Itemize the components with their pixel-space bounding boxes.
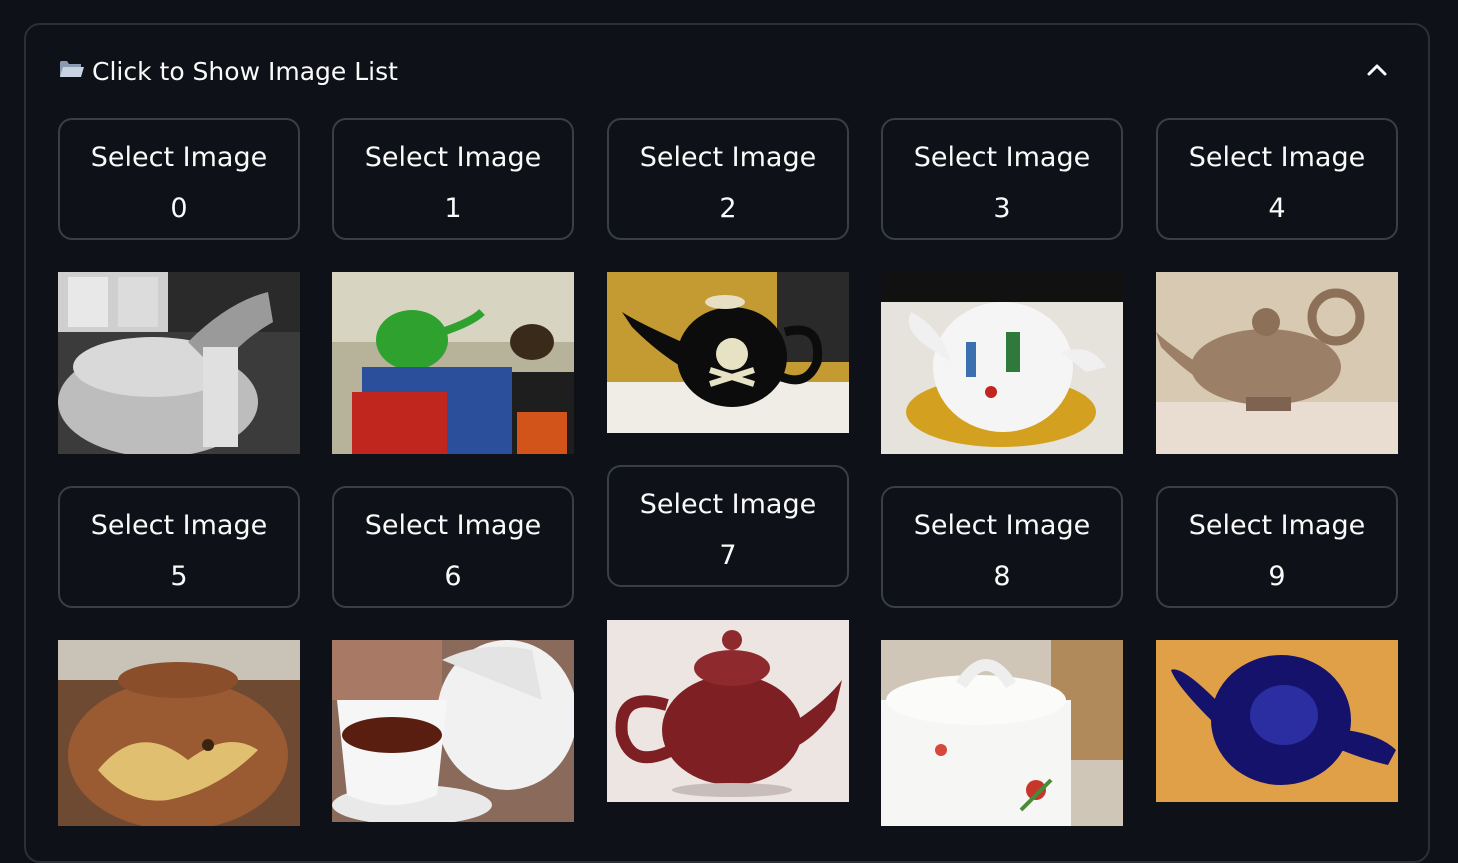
button-label: Select Image [913, 509, 1091, 541]
teapot-image-8 [881, 640, 1123, 826]
teapot-image-4 [1156, 272, 1398, 454]
teapot-image-5 [58, 640, 300, 826]
button-label: Select Image [1188, 141, 1366, 173]
teapot-image-2 [607, 272, 849, 433]
teapot-image-7 [607, 620, 849, 802]
button-index: 7 [719, 539, 737, 571]
teapot-image-6 [332, 640, 574, 822]
select-image-button-7[interactable]: Select Image 7 [607, 465, 849, 587]
button-label: Select Image [90, 509, 268, 541]
teapot-image-0 [58, 272, 300, 454]
expander-title: Click to Show Image List [92, 57, 398, 86]
button-label: Select Image [639, 141, 817, 173]
select-image-button-9[interactable]: Select Image 9 [1156, 486, 1398, 608]
button-index: 4 [1268, 192, 1286, 224]
button-label: Select Image [639, 488, 817, 520]
button-index: 0 [170, 192, 188, 224]
teapot-image-3 [881, 272, 1123, 454]
select-image-button-8[interactable]: Select Image 8 [881, 486, 1123, 608]
select-image-button-6[interactable]: Select Image 6 [332, 486, 574, 608]
select-image-button-4[interactable]: Select Image 4 [1156, 118, 1398, 240]
button-index: 3 [993, 192, 1011, 224]
expander-header[interactable]: Click to Show Image List [26, 25, 1428, 121]
button-index: 9 [1268, 560, 1286, 592]
chevron-up-icon[interactable] [1366, 61, 1388, 76]
select-image-button-5[interactable]: Select Image 5 [58, 486, 300, 608]
select-image-button-2[interactable]: Select Image 2 [607, 118, 849, 240]
button-index: 5 [170, 560, 188, 592]
button-index: 8 [993, 560, 1011, 592]
button-label: Select Image [364, 141, 542, 173]
button-label: Select Image [364, 509, 542, 541]
button-index: 2 [719, 192, 737, 224]
button-label: Select Image [913, 141, 1091, 173]
button-index: 6 [444, 560, 462, 592]
teapot-image-9 [1156, 640, 1398, 802]
select-image-button-0[interactable]: Select Image 0 [58, 118, 300, 240]
open-folder-icon [59, 59, 85, 79]
select-image-button-3[interactable]: Select Image 3 [881, 118, 1123, 240]
button-label: Select Image [1188, 509, 1366, 541]
button-label: Select Image [90, 141, 268, 173]
select-image-button-1[interactable]: Select Image 1 [332, 118, 574, 240]
button-index: 1 [444, 192, 462, 224]
teapot-image-1 [332, 272, 574, 454]
